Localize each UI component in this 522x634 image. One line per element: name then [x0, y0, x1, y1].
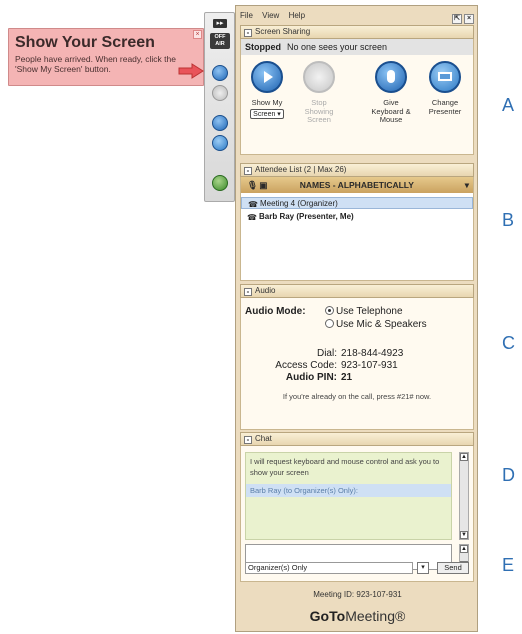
tooltip-arrow-icon	[178, 63, 204, 79]
access-code: 923-107-931	[341, 360, 398, 371]
stop-label: Stop Showing Screen	[304, 98, 334, 124]
audio-note: If you're already on the call, press #21…	[282, 392, 432, 401]
audio-mode-label: Audio Mode:	[245, 306, 306, 317]
chat-message: I will request keyboard and mouse contro…	[250, 457, 440, 477]
keyboard-mouse-mini-icon[interactable]	[212, 115, 228, 131]
show-screen-tooltip: Show Your Screen People have arrived. Wh…	[8, 28, 204, 86]
collapse-icon[interactable]: -	[244, 436, 252, 444]
show-screen-mini-icon[interactable]	[212, 65, 228, 81]
tooltip-title: Show Your Screen	[15, 34, 155, 51]
scroll-up-icon[interactable]: ▲	[460, 453, 468, 461]
annotation-label-d: D	[502, 465, 515, 485]
meeting-id: Meeting ID: 923-107-931	[313, 590, 402, 599]
mouse-icon	[375, 61, 407, 93]
stop-showing-button[interactable]: Stop Showing Screen	[299, 61, 339, 125]
give-keyboard-label: Give Keyboard & Mouse	[371, 98, 411, 124]
use-telephone-option[interactable]: Use Telephone	[325, 306, 403, 317]
screen-sharing-header[interactable]: - Screen Sharing	[240, 25, 474, 39]
audio-header[interactable]: - Audio	[240, 284, 474, 298]
mic-icon: 🎙	[247, 180, 258, 190]
annotation-label-c: C	[502, 333, 515, 353]
recipient-select[interactable]: Organizer(s) Only	[245, 562, 413, 574]
radio-unselected[interactable]	[325, 319, 334, 328]
scroll-down-icon[interactable]: ▼	[460, 531, 468, 539]
attendee-list-section: 🎙 ▣ NAMES - ALPHABETICALLY ▾ ☎ Meeting 4 …	[240, 177, 474, 281]
change-presenter-mini-icon[interactable]	[212, 135, 228, 151]
chat-mini-icon[interactable]	[212, 175, 228, 191]
annotation-label-e: E	[502, 555, 515, 575]
grab-tab: ▸▸ OFF AIR	[204, 12, 235, 202]
close-icon[interactable]: ×	[464, 14, 474, 24]
chat-header[interactable]: - Chat	[240, 432, 474, 446]
chat-to-line: Barb Ray (to Organizer(s) Only):	[246, 484, 451, 497]
control-panel: File View Help ⇱ × - Screen Sharing Stoppe…	[235, 5, 478, 632]
give-keyboard-mouse-button[interactable]: Give Keyboard & Mouse	[371, 61, 411, 125]
dial-number: 218-844-4923	[341, 348, 404, 359]
stop-showing-mini-icon[interactable]	[212, 85, 228, 101]
send-button[interactable]: Send	[437, 562, 469, 574]
scroll-up-icon[interactable]: ▲	[460, 545, 468, 553]
status-label: Stopped	[245, 42, 281, 52]
menu-file[interactable]: File	[240, 11, 253, 20]
screen-dropdown[interactable]: Screen ▾	[250, 108, 284, 119]
access-code-row: Access Code: 923-107-931	[275, 360, 398, 371]
sort-label: NAMES - ALPHABETICALLY	[299, 180, 414, 190]
tooltip-close-icon[interactable]: ×	[193, 30, 202, 39]
use-mic-option[interactable]: Use Mic & Speakers	[325, 319, 427, 330]
menu-help[interactable]: Help	[289, 11, 305, 20]
annotation-label-a: A	[502, 95, 515, 115]
play-icon	[251, 61, 283, 93]
pop-out-icon[interactable]: ⇱	[452, 14, 462, 24]
chat-log-scrollbar[interactable]: ▲ ▼	[459, 452, 469, 540]
gotomeeting-logo: GoToMeeting®	[309, 608, 406, 624]
tooltip-text: People have arrived. When ready, click t…	[15, 54, 176, 74]
chat-log: I will request keyboard and mouse contro…	[245, 452, 452, 540]
show-my-screen-button[interactable]: Show My Screen ▾	[247, 61, 287, 119]
attendee-sort-row[interactable]: 🎙 ▣ NAMES - ALPHABETICALLY ▾	[241, 177, 473, 193]
off-air-indicator: OFF AIR	[210, 33, 230, 49]
attendee-list-header[interactable]: - Attendee List (2 | Max 26)	[240, 163, 474, 177]
phone-icon: ☎	[248, 200, 258, 209]
collapse-panel-icon[interactable]: ▸▸	[213, 19, 227, 28]
attendee-row[interactable]: ☎ Meeting 4 (Organizer)	[241, 197, 473, 209]
audio-pin-row: Audio PIN: 21	[285, 372, 353, 383]
screen-sharing-section: Stopped No one sees your screen Show My S…	[240, 39, 474, 155]
sort-dropdown-icon[interactable]: ▾	[465, 177, 469, 193]
change-presenter-button[interactable]: Change Presenter	[425, 61, 465, 116]
chat-section: I will request keyboard and mouse contro…	[240, 446, 474, 582]
annotation-label-b: B	[502, 210, 515, 230]
radio-selected[interactable]	[325, 306, 334, 315]
presenter-icon	[429, 61, 461, 93]
phone-icon: ☎	[247, 213, 257, 222]
sharing-status: Stopped No one sees your screen	[241, 39, 473, 55]
recipient-dropdown-icon[interactable]: ▾	[417, 562, 429, 574]
attendee-row[interactable]: ☎ Barb Ray (Presenter, Me)	[241, 211, 473, 223]
collapse-icon[interactable]: -	[244, 288, 252, 296]
collapse-icon[interactable]: -	[244, 167, 252, 175]
audio-section: Audio Mode: Use Telephone Use Mic & Spea…	[240, 298, 474, 430]
screen-icon: ▣	[259, 180, 268, 190]
dial-row: Dial: 218-844-4923	[316, 348, 404, 359]
audio-pin: 21	[341, 372, 353, 383]
show-my-label: Show My	[251, 98, 283, 107]
menu-bar: File View Help ⇱ ×	[240, 9, 474, 24]
menu-view[interactable]: View	[262, 11, 279, 20]
collapse-icon[interactable]: -	[244, 29, 252, 37]
status-text: No one sees your screen	[287, 42, 388, 52]
stop-icon	[303, 61, 335, 93]
change-presenter-label: Change Presenter	[428, 98, 462, 116]
